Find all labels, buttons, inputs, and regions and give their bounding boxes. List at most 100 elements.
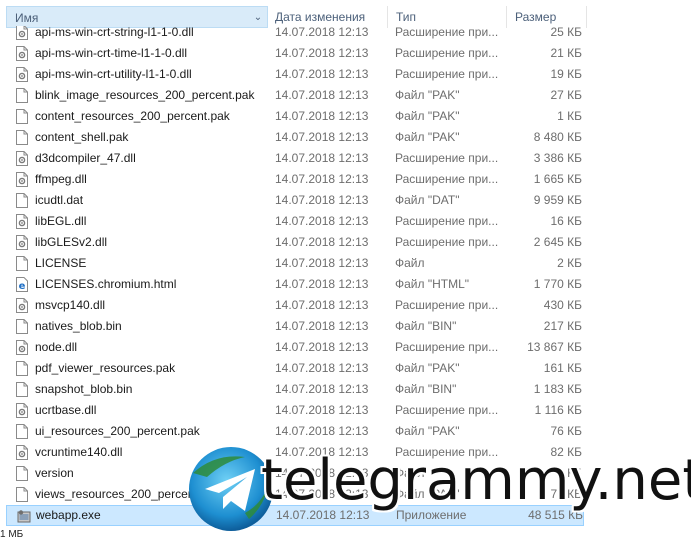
- file-row[interactable]: blink_image_resources_200_percent.pak 14.…: [6, 85, 584, 106]
- file-size: 76 КБ: [550, 424, 582, 438]
- file-icon: [16, 487, 28, 502]
- file-size: 161 КБ: [543, 361, 582, 375]
- file-icon: [16, 256, 28, 271]
- watermark-text: telegrammy.net: [261, 448, 691, 513]
- file-name: libEGL.dll: [35, 214, 87, 228]
- file-name: content_resources_200_percent.pak: [35, 109, 230, 123]
- file-size: 1 665 КБ: [533, 172, 582, 186]
- file-icon: [16, 424, 28, 439]
- column-header-type[interactable]: Тип: [388, 6, 507, 28]
- column-header-name[interactable]: Имя ⌄: [6, 6, 268, 28]
- file-name: version: [35, 466, 74, 480]
- file-size: 430 КБ: [543, 298, 582, 312]
- file-name: snapshot_blob.bin: [35, 382, 133, 396]
- file-row[interactable]: msvcp140.dll 14.07.2018 12:13 Расширение п…: [6, 295, 584, 316]
- watermark: telegrammy.net: [185, 443, 691, 538]
- file-size: 3 386 КБ: [533, 151, 582, 165]
- file-date-modified: 14.07.2018 12:13: [275, 26, 369, 39]
- file-date-modified: 14.07.2018 12:13: [275, 193, 369, 207]
- file-size: 25 КБ: [550, 26, 582, 39]
- file-date-modified: 14.07.2018 12:13: [275, 172, 369, 186]
- file-row[interactable]: libEGL.dll 14.07.2018 12:13 Расширение при…: [6, 211, 584, 232]
- status-bar-text: 1 МБ: [0, 529, 24, 540]
- file-row[interactable]: pdf_viewer_resources.pak 14.07.2018 12:13…: [6, 358, 584, 379]
- file-name: msvcp140.dll: [35, 298, 106, 312]
- file-name: api-ms-win-crt-utility-l1-1-0.dll: [35, 67, 192, 81]
- file-date-modified: 14.07.2018 12:13: [275, 67, 369, 81]
- file-name: LICENSES.chromium.html: [35, 277, 177, 291]
- file-type: Файл "HTML": [395, 277, 470, 291]
- dll-icon: [16, 214, 28, 229]
- file-name: libGLESv2.dll: [35, 235, 108, 249]
- dll-icon: [16, 340, 28, 355]
- file-type: Расширение при...: [395, 340, 499, 354]
- file-type: Файл: [395, 256, 425, 270]
- file-row[interactable]: api-ms-win-crt-string-l1-1-0.dll 14.07.20…: [6, 26, 584, 43]
- file-icon: [16, 361, 28, 376]
- file-size: 27 КБ: [550, 88, 582, 102]
- file-name: webapp.exe: [36, 508, 101, 522]
- file-type: Расширение при...: [395, 26, 499, 39]
- file-name: content_shell.pak: [35, 130, 129, 144]
- file-row[interactable]: api-ms-win-crt-time-l1-1-0.dll 14.07.2018…: [6, 43, 584, 64]
- column-header-name-label: Имя: [15, 11, 39, 25]
- file-icon: [16, 466, 28, 481]
- file-size: 19 КБ: [550, 67, 582, 81]
- file-size: 1 КБ: [557, 109, 582, 123]
- dll-icon: [16, 298, 28, 313]
- file-name: pdf_viewer_resources.pak: [35, 361, 176, 375]
- file-type: Расширение при...: [395, 214, 499, 228]
- file-name: api-ms-win-crt-string-l1-1-0.dll: [35, 26, 194, 39]
- file-row[interactable]: natives_blob.bin 14.07.2018 12:13 Файл "BI…: [6, 316, 584, 337]
- file-row[interactable]: d3dcompiler_47.dll 14.07.2018 12:13 Расшир…: [6, 148, 584, 169]
- file-row[interactable]: snapshot_blob.bin 14.07.2018 12:13 Файл "B…: [6, 379, 584, 400]
- file-icon: [16, 109, 28, 124]
- dll-icon: [16, 235, 28, 250]
- file-icon: [16, 319, 28, 334]
- file-date-modified: 14.07.2018 12:13: [275, 382, 369, 396]
- file-name: LICENSE: [35, 256, 87, 270]
- dll-icon: [16, 445, 28, 460]
- file-row[interactable]: content_shell.pak 14.07.2018 12:13 Файл "P…: [6, 127, 584, 148]
- file-size: 2 645 КБ: [533, 235, 582, 249]
- file-type: Файл "BIN": [395, 382, 457, 396]
- file-row[interactable]: ucrtbase.dll 14.07.2018 12:13 Расширение п…: [6, 400, 584, 421]
- file-size: 1 770 КБ: [533, 277, 582, 291]
- file-type: Файл "DAT": [395, 193, 460, 207]
- file-size: 217 КБ: [543, 319, 582, 333]
- exe-icon: [17, 509, 31, 524]
- file-type: Расширение при...: [395, 46, 499, 60]
- file-type: Расширение при...: [395, 235, 499, 249]
- file-date-modified: 14.07.2018 12:13: [275, 319, 369, 333]
- column-header-size[interactable]: Размер: [507, 6, 587, 28]
- file-row[interactable]: e LICENSES.chromium.html 14.07.2018 12:13 Ф…: [6, 274, 584, 295]
- file-row[interactable]: icudtl.dat 14.07.2018 12:13 Файл "DAT" 9 95…: [6, 190, 584, 211]
- file-size: 13 867 КБ: [527, 340, 582, 354]
- file-date-modified: 14.07.2018 12:13: [275, 235, 369, 249]
- file-row[interactable]: ffmpeg.dll 14.07.2018 12:13 Расширение при…: [6, 169, 584, 190]
- file-name: icudtl.dat: [35, 193, 84, 207]
- file-date-modified: 14.07.2018 12:13: [275, 277, 369, 291]
- file-size: 16 КБ: [550, 214, 582, 228]
- file-date-modified: 14.07.2018 12:13: [275, 130, 369, 144]
- file-row[interactable]: LICENSE 14.07.2018 12:13 Файл 2 КБ: [6, 253, 584, 274]
- file-icon: [16, 88, 28, 103]
- file-name: ffmpeg.dll: [35, 172, 87, 186]
- file-size: 9 959 КБ: [533, 193, 582, 207]
- file-row[interactable]: ui_resources_200_percent.pak 14.07.2018 1…: [6, 421, 584, 442]
- file-row[interactable]: libGLESv2.dll 14.07.2018 12:13 Расширение …: [6, 232, 584, 253]
- file-type: Файл "PAK": [395, 88, 460, 102]
- file-date-modified: 14.07.2018 12:13: [275, 361, 369, 375]
- file-name: vcruntime140.dll: [35, 445, 123, 459]
- file-row[interactable]: api-ms-win-crt-utility-l1-1-0.dll 14.07.2…: [6, 64, 584, 85]
- file-date-modified: 14.07.2018 12:13: [275, 298, 369, 312]
- file-date-modified: 14.07.2018 12:13: [275, 109, 369, 123]
- file-date-modified: 14.07.2018 12:13: [275, 340, 369, 354]
- file-date-modified: 14.07.2018 12:13: [275, 214, 369, 228]
- file-row[interactable]: content_resources_200_percent.pak 14.07.2…: [6, 106, 584, 127]
- file-type: Расширение при...: [395, 298, 499, 312]
- file-size: 1 116 КБ: [534, 403, 582, 417]
- column-header-date[interactable]: Дата изменения: [267, 6, 388, 28]
- file-name: natives_blob.bin: [35, 319, 122, 333]
- file-row[interactable]: node.dll 14.07.2018 12:13 Расширение при..…: [6, 337, 584, 358]
